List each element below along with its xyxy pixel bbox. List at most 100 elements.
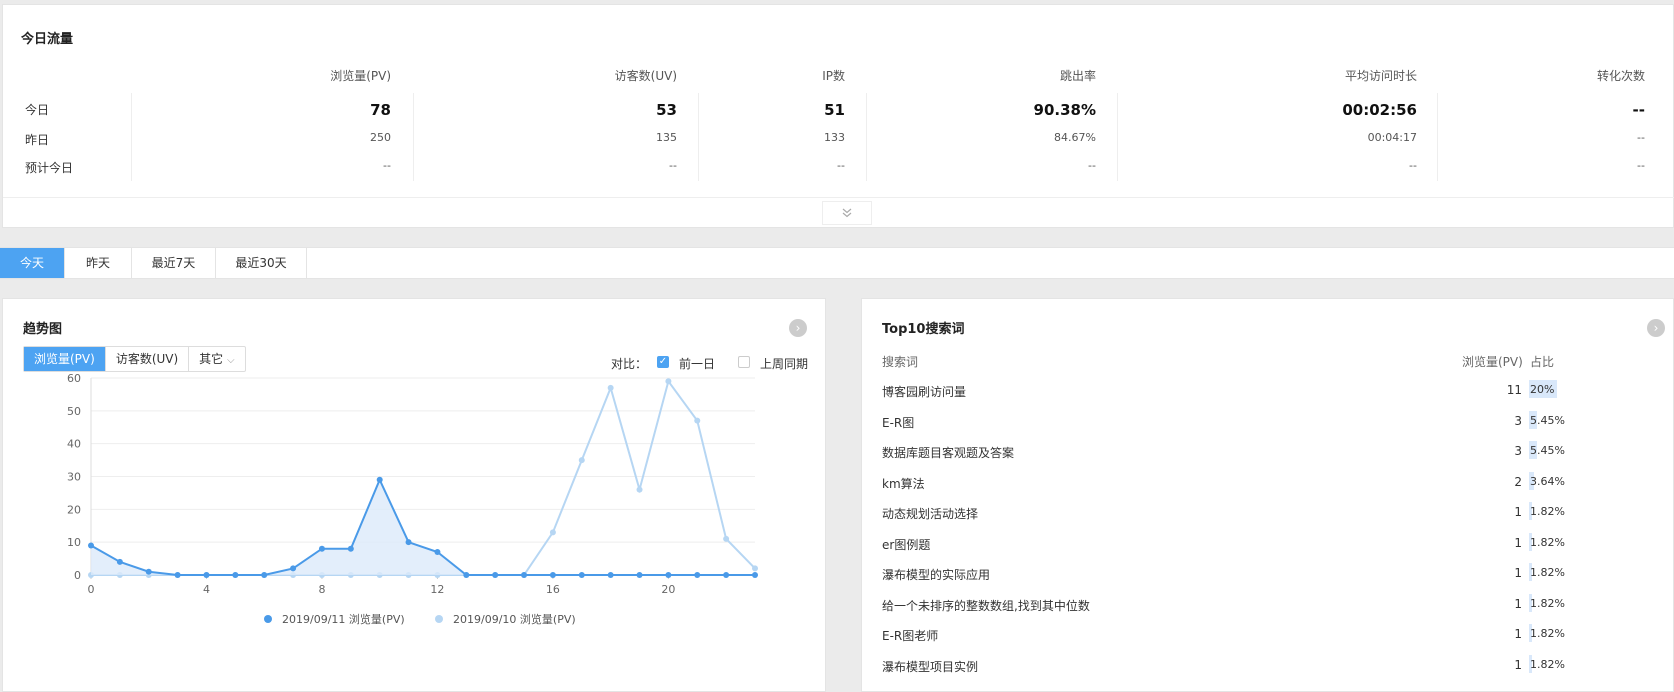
stat-forecast-value: -- [669, 159, 677, 172]
data-point [290, 565, 297, 572]
table-row[interactable]: 瀑布模型的实际应用 1 1.82% [862, 563, 1642, 595]
y-tick-label: 10 [67, 536, 81, 549]
data-point [665, 572, 672, 578]
keyword-pv: 11 [1506, 383, 1522, 397]
column-divider [866, 93, 867, 181]
row-label-forecast: 预计今日 [25, 161, 74, 175]
data-point [549, 572, 556, 578]
data-point [607, 572, 614, 578]
table-row[interactable]: E-R图老师 1 1.82% [862, 624, 1642, 656]
stat-header: 访客数(UV) [614, 69, 677, 83]
stat-yesterday-value: 133 [824, 131, 845, 144]
data-point [636, 572, 643, 578]
table-row[interactable]: er图例题 1 1.82% [862, 532, 1642, 565]
keyword-share: 1.82% [1530, 566, 1565, 579]
expand-button[interactable] [822, 201, 872, 225]
table-row[interactable]: 数据库题目客观题及答案 3 5.45% [862, 441, 1642, 473]
data-point [145, 568, 152, 575]
x-tick-label: 12 [430, 583, 444, 596]
data-point [116, 558, 123, 565]
search-keyword[interactable]: 博客园刷访问量 [882, 383, 966, 400]
data-point [232, 572, 239, 578]
x-tick-label: 4 [203, 583, 210, 596]
column-divider [1437, 93, 1438, 181]
x-tick-label: 20 [661, 583, 675, 596]
data-point [434, 549, 441, 556]
table-row[interactable]: 瀑布模型项目实例 1 1.82% [862, 654, 1642, 687]
stat-header: 平均访问时长 [1344, 69, 1417, 83]
today-traffic-panel: 今日流量 今日 昨日 预计今日 浏览量(PV) 78 250 -- 访客数(UV… [2, 4, 1674, 228]
tab-yesterday[interactable]: 昨天 [65, 248, 132, 278]
data-point [492, 572, 499, 578]
stat-column-ip: IP数 51 133 -- [700, 61, 845, 181]
stat-today-value: 53 [656, 101, 677, 119]
table-row[interactable]: 博客园刷访问量 11 20% [862, 380, 1642, 412]
stat-forecast-value: -- [383, 159, 391, 172]
data-point [578, 457, 585, 464]
stat-yesterday-value: -- [1637, 131, 1645, 144]
data-point [723, 535, 730, 542]
keyword-pv: 1 [1514, 627, 1522, 641]
keyword-share: 5.45% [1530, 444, 1565, 457]
data-point [578, 572, 585, 578]
data-point [376, 476, 383, 483]
top10-card: Top10搜索词 › 搜索词 浏览量(PV) 占比 博客园刷访问量 11 20% E-… [861, 298, 1674, 692]
tab-last-30-days[interactable]: 最近30天 [216, 248, 307, 278]
stat-column-conversions: 转化次数 -- -- -- [1439, 61, 1645, 181]
search-keyword[interactable]: 数据库题目客观题及答案 [882, 444, 1014, 461]
stat-yesterday-value: 135 [656, 131, 677, 144]
top10-header-share: 占比 [1530, 355, 1555, 369]
table-row[interactable]: 给一个未排序的整数数组,找到其中位数 1 1.82% [862, 593, 1642, 626]
chevron-right-icon[interactable]: › [1647, 319, 1665, 337]
y-tick-label: 0 [74, 569, 81, 582]
column-divider [413, 93, 414, 181]
stat-column-pv: 浏览量(PV) 78 250 -- [133, 61, 391, 181]
legend-label: 2019/09/11 浏览量(PV) [282, 612, 405, 626]
data-point [636, 486, 643, 493]
keyword-pv: 1 [1514, 505, 1522, 519]
search-keyword[interactable]: E-R图老师 [882, 627, 938, 644]
data-point [347, 545, 354, 552]
search-keyword[interactable]: 给一个未排序的整数数组,找到其中位数 [882, 597, 1090, 614]
top10-header-keyword: 搜索词 [882, 355, 919, 369]
date-range-tabs: 今天 昨天 最近7天 最近30天 [0, 247, 1674, 279]
table-row[interactable]: 动态规划活动选择 1 1.82% [862, 502, 1642, 534]
today-traffic-title: 今日流量 [21, 32, 74, 47]
table-row[interactable]: km算法 2 3.64% [862, 471, 1642, 504]
data-point [752, 572, 758, 578]
data-point [174, 572, 181, 578]
keyword-pv: 1 [1514, 596, 1522, 611]
search-keyword[interactable]: er图例题 [882, 536, 930, 553]
tab-today[interactable]: 今天 [0, 248, 65, 278]
y-tick-label: 50 [67, 405, 81, 418]
stat-forecast-value: -- [1409, 159, 1417, 172]
legend-label: 2019/09/10 浏览量(PV) [453, 612, 576, 626]
keyword-pv: 2 [1514, 474, 1522, 489]
stat-today-value: -- [1632, 101, 1645, 119]
stat-yesterday-value: 00:04:17 [1367, 131, 1417, 144]
stat-header: IP数 [822, 69, 845, 83]
search-keyword[interactable]: km算法 [882, 475, 925, 492]
search-keyword[interactable]: 瀑布模型项目实例 [882, 658, 978, 675]
data-point [607, 384, 614, 391]
tab-last-7-days[interactable]: 最近7天 [132, 248, 216, 278]
stat-header: 跳出率 [1059, 69, 1096, 83]
keyword-pv: 1 [1514, 657, 1522, 672]
stat-header: 浏览量(PV) [330, 69, 391, 83]
y-tick-label: 40 [67, 438, 81, 451]
search-keyword[interactable]: 动态规划活动选择 [882, 505, 978, 522]
data-point [261, 572, 268, 578]
keyword-share: 1.82% [1530, 535, 1565, 549]
x-tick-label: 0 [88, 583, 95, 596]
keyword-pv: 3 [1514, 413, 1522, 428]
data-point [723, 572, 730, 578]
stat-today-value: 00:02:56 [1342, 101, 1417, 119]
search-keyword[interactable]: 瀑布模型的实际应用 [882, 566, 990, 583]
table-row[interactable]: E-R图 3 5.45% [862, 410, 1642, 443]
search-keyword[interactable]: E-R图 [882, 414, 914, 431]
data-point [694, 572, 701, 578]
series-area [91, 479, 755, 575]
keyword-share: 1.82% [1530, 657, 1565, 671]
stat-today-value: 78 [370, 101, 391, 119]
data-point [549, 529, 556, 536]
